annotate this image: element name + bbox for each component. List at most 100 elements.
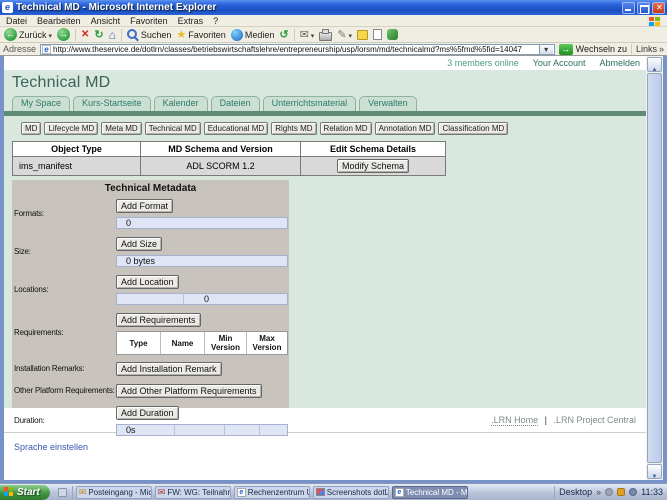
- desktop-toolbar-label[interactable]: Desktop: [559, 487, 592, 497]
- req-col-name: Name: [161, 332, 205, 354]
- back-button[interactable]: Zurück: [4, 28, 52, 41]
- close-button[interactable]: [652, 1, 665, 14]
- md-button-technical[interactable]: Technical MD: [144, 122, 201, 135]
- formats-value-row: 0: [116, 217, 288, 229]
- add-duration-button[interactable]: Add Duration: [116, 406, 179, 420]
- add-location-button[interactable]: Add Location: [116, 275, 179, 289]
- task-button-posteingang[interactable]: Posteingang - Micros...: [75, 485, 152, 499]
- stop-button[interactable]: [81, 29, 89, 40]
- menu-ansicht[interactable]: Ansicht: [91, 16, 121, 26]
- duration-empty-cell: [260, 425, 287, 435]
- address-dropdown[interactable]: [538, 44, 553, 54]
- print-button[interactable]: [319, 28, 333, 41]
- favorites-star-icon: [176, 28, 186, 41]
- tab-verwalten[interactable]: Verwalten: [359, 96, 417, 111]
- add-size-button[interactable]: Add Size: [116, 237, 163, 251]
- md-button-annotation[interactable]: Annotation MD: [374, 122, 436, 135]
- start-button[interactable]: Start: [0, 484, 50, 500]
- req-col-type: Type: [117, 332, 161, 354]
- refresh-button[interactable]: [94, 28, 103, 41]
- menu-extras[interactable]: Extras: [178, 16, 204, 26]
- window-title: Technical MD - Microsoft Internet Explor…: [16, 2, 217, 13]
- minimize-button[interactable]: [622, 1, 635, 14]
- locations-value: 0: [204, 294, 210, 304]
- lrn-home-link[interactable]: .LRN Home: [491, 415, 539, 426]
- add-requirements-button[interactable]: Add Requirements: [116, 313, 201, 327]
- task-button-fw-wg-teilnahme[interactable]: FW: WG: Teilnahme v...: [154, 485, 231, 499]
- vertical-scrollbar[interactable]: [646, 56, 663, 480]
- history-button[interactable]: [279, 28, 288, 41]
- add-other-platform-requirements-button[interactable]: Add Other Platform Requirements: [116, 384, 262, 398]
- go-button[interactable]: Wechseln zu: [558, 43, 627, 55]
- col-md-schema-version: MD Schema and Version: [140, 142, 300, 156]
- mail-dropdown-icon[interactable]: [311, 30, 315, 40]
- tray-icon-3[interactable]: [629, 488, 638, 496]
- discuss-button[interactable]: [357, 29, 369, 40]
- edit-button[interactable]: [337, 28, 352, 41]
- menu-favoriten[interactable]: Favoriten: [130, 16, 168, 26]
- address-input[interactable]: http://www.theservice.de/dotlrn/classes/…: [40, 43, 555, 55]
- links-toolbar[interactable]: Links: [630, 44, 664, 54]
- add-format-button[interactable]: Add Format: [116, 199, 174, 213]
- menu-datei[interactable]: Datei: [6, 16, 27, 26]
- language-settings-link[interactable]: Sprache einstellen: [14, 442, 88, 452]
- tab-underline-bar: [4, 111, 646, 116]
- quick-launch-icon[interactable]: [57, 487, 67, 497]
- menu-bearbeiten[interactable]: Bearbeiten: [37, 16, 81, 26]
- locations-label: Locations:: [14, 284, 49, 294]
- md-button-classification[interactable]: Classification MD: [438, 122, 509, 135]
- page-title: Technical MD: [12, 74, 111, 91]
- tab-dateien[interactable]: Dateien: [210, 96, 260, 111]
- md-button-relation[interactable]: Relation MD: [319, 122, 372, 135]
- search-icon: [126, 28, 139, 41]
- task-button-technical-md[interactable]: Technical MD - Micros...: [391, 485, 468, 499]
- ie-page-icon: [394, 487, 404, 497]
- tab-unterrichtsmaterial[interactable]: Unterrichtsmaterial: [262, 96, 357, 111]
- media-button[interactable]: Medien: [230, 28, 275, 41]
- edit-dropdown-icon[interactable]: [349, 30, 353, 40]
- duration-empty-cell: [225, 425, 260, 435]
- ie-page-icon: [236, 487, 246, 497]
- schema-table-row: ims_manifest ADL SCORM 1.2 Modify Schema: [13, 156, 445, 175]
- members-online: 3 members online: [447, 58, 519, 68]
- home-button[interactable]: [109, 28, 116, 42]
- forward-button[interactable]: [57, 28, 71, 41]
- task-label: FW: WG: Teilnahme v...: [167, 487, 229, 497]
- lrn-project-central-link[interactable]: .LRN Project Central: [553, 415, 636, 425]
- favorites-button[interactable]: Favoriten: [176, 28, 226, 41]
- md-button-lifecycle[interactable]: Lifecycle MD: [44, 122, 99, 135]
- md-button-educational[interactable]: Educational MD: [203, 122, 269, 135]
- scroll-up-arrow[interactable]: [647, 57, 662, 72]
- modify-schema-button[interactable]: Modify Schema: [336, 159, 410, 173]
- taskbar: Start Posteingang - Micros... FW: WG: Te…: [0, 483, 667, 500]
- menu-hilfe[interactable]: ?: [213, 16, 218, 26]
- mail-button[interactable]: [300, 28, 315, 41]
- scrollbar-thumb[interactable]: [647, 73, 662, 463]
- tray-icon-2[interactable]: [617, 488, 626, 496]
- logout-link[interactable]: Abmelden: [599, 58, 640, 68]
- scroll-down-arrow[interactable]: [647, 464, 662, 479]
- add-installation-remark-button[interactable]: Add Installation Remark: [116, 362, 222, 376]
- media-label: Medien: [244, 29, 275, 40]
- desktop-chevron-icon[interactable]: [596, 487, 601, 497]
- search-button[interactable]: Suchen: [126, 28, 171, 41]
- go-label: Wechseln zu: [575, 44, 627, 54]
- md-button-meta[interactable]: Meta MD: [101, 122, 142, 135]
- tray-icon-1[interactable]: [605, 488, 614, 496]
- research-button[interactable]: [373, 29, 383, 40]
- restore-button[interactable]: [637, 1, 650, 14]
- tab-kurs-startseite[interactable]: Kurs-Startseite: [73, 96, 151, 111]
- tab-kalender[interactable]: Kalender: [153, 96, 208, 111]
- schema-version-value: ADL SCORM 1.2: [140, 157, 300, 175]
- technical-metadata-form: Technical Metadata Formats: Add Format 0…: [12, 180, 289, 442]
- md-button-md[interactable]: MD: [21, 122, 42, 135]
- task-button-rechenzentrum[interactable]: Rechenzentrum Uni K...: [233, 485, 310, 499]
- md-button-rights[interactable]: Rights MD: [271, 122, 317, 135]
- tab-my-space[interactable]: My Space: [12, 96, 71, 111]
- address-label: Adresse: [3, 44, 37, 54]
- your-account-link[interactable]: Your Account: [533, 58, 586, 68]
- messenger-button[interactable]: [387, 29, 399, 40]
- task-button-screenshots[interactable]: Screenshots dotLRN...: [312, 485, 389, 499]
- back-dropdown-icon[interactable]: [49, 30, 53, 40]
- duration-value: 0s: [117, 425, 175, 435]
